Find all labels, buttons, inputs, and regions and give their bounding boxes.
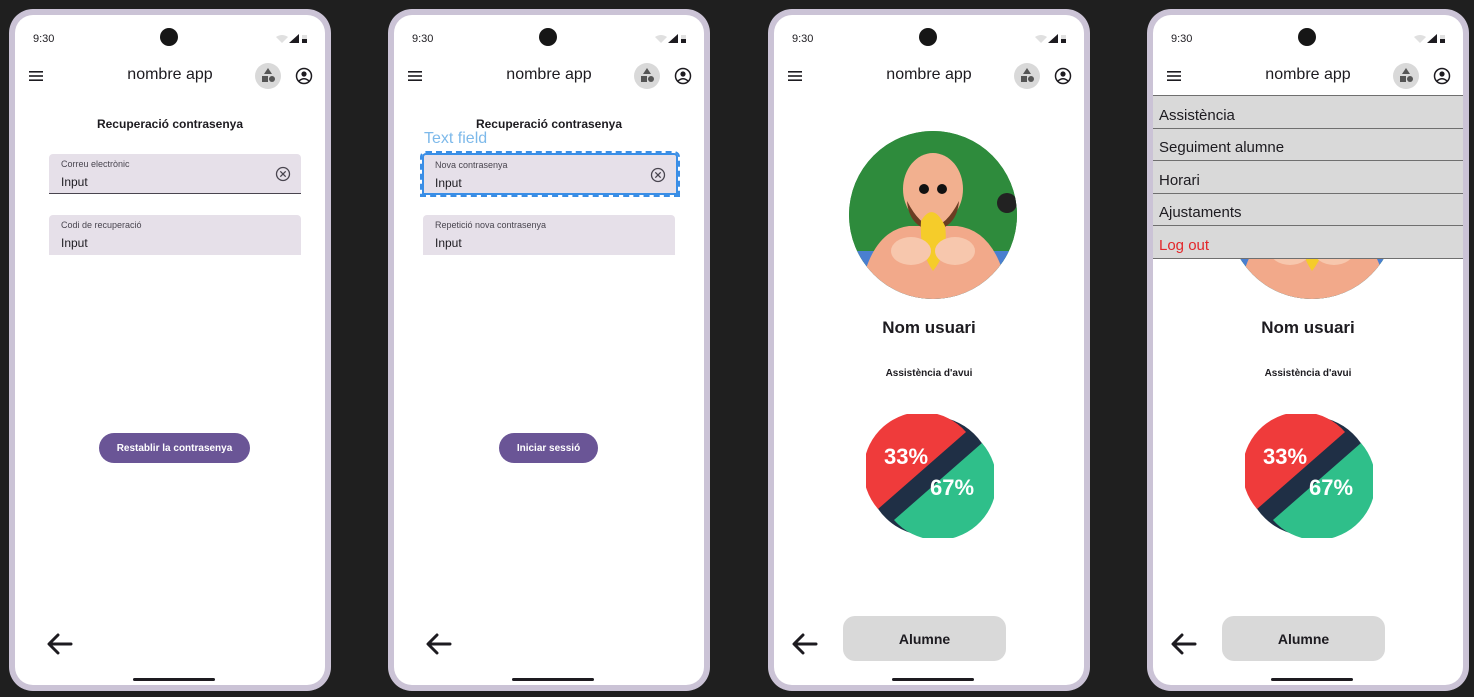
repeat-password-field[interactable]: Repetició nova contrasenya Input: [423, 215, 675, 255]
new-password-field[interactable]: Nova contrasenya Input: [420, 151, 680, 197]
phone-frame-password-reset: 9:30 nombre app Recuperació contrasenya …: [9, 9, 331, 691]
new-password-field-label: Nova contrasenya: [435, 160, 508, 170]
account-circle-icon[interactable]: [295, 67, 313, 85]
phone-frame-menu-open: 9:30 nombre app Assistència Seguiment al…: [1147, 9, 1469, 691]
email-field-label: Correu electrònic: [61, 159, 130, 169]
home-indicator: [1271, 678, 1353, 681]
account-circle-icon[interactable]: [1054, 67, 1072, 85]
menu-item-student-tracking[interactable]: Seguiment alumne: [1153, 128, 1463, 162]
attendance-label: Assistència d'avui: [1264, 368, 1352, 379]
menu-item-attendance[interactable]: Assistència: [1153, 96, 1463, 129]
top-app-bar: nombre app: [774, 57, 1084, 95]
home-indicator: [133, 678, 215, 681]
reset-password-button[interactable]: Restablir la contrasenya: [99, 433, 250, 463]
shapes-icon[interactable]: [1393, 63, 1419, 89]
status-bar: 9:30: [1153, 15, 1463, 57]
attendance-pie-chart: 33% 67%: [866, 414, 994, 538]
home-indicator: [512, 678, 594, 681]
screen: 9:30 nombre app Recuperació contrasenya …: [394, 15, 704, 685]
menu-item-schedule[interactable]: Horari: [1153, 161, 1463, 194]
shapes-icon[interactable]: [634, 63, 660, 89]
account-circle-icon[interactable]: [674, 67, 692, 85]
status-bar: 9:30: [774, 15, 1084, 57]
system-icons: [1034, 34, 1068, 44]
shapes-icon[interactable]: [255, 63, 281, 89]
back-arrow-icon[interactable]: [1169, 631, 1199, 657]
pie-label-absent: 33%: [884, 444, 928, 469]
attendance-label: Assistència d'avui: [885, 368, 973, 379]
repeat-password-field-label: Repetició nova contrasenya: [435, 220, 547, 230]
phone-frame-profile: 9:30 nombre app Nom usuari Assistència d…: [768, 9, 1090, 691]
new-password-input-value[interactable]: Input: [435, 176, 635, 190]
wifi-signal-battery-icon: [1414, 34, 1445, 43]
system-icons: [654, 34, 688, 44]
back-arrow-icon[interactable]: [424, 631, 454, 657]
system-icons: [275, 34, 309, 44]
pie-label-present: 67%: [930, 475, 974, 500]
status-bar: 9:30: [394, 15, 704, 57]
status-time: 9:30: [1171, 33, 1193, 45]
clear-icon[interactable]: [650, 167, 666, 183]
top-app-bar: nombre app: [1153, 57, 1463, 95]
page-title: Recuperació contrasenya: [96, 117, 244, 131]
email-input-value[interactable]: Input: [61, 175, 261, 189]
navigation-menu: Assistència Seguiment alumne Horari Ajus…: [1153, 95, 1463, 259]
phone-frame-new-password: 9:30 nombre app Recuperació contrasenya …: [388, 9, 710, 691]
screen: 9:30 nombre app Assistència Seguiment al…: [1153, 15, 1463, 685]
pie-label-present: 67%: [1309, 475, 1353, 500]
wifi-signal-battery-icon: [1035, 34, 1066, 43]
recovery-code-input-value[interactable]: Input: [61, 236, 261, 250]
screen: 9:30 nombre app Recuperació contrasenya …: [15, 15, 325, 685]
status-time: 9:30: [792, 33, 814, 45]
email-field[interactable]: Correu electrònic Input: [49, 154, 301, 194]
status-time: 9:30: [33, 33, 55, 45]
clear-icon[interactable]: [275, 166, 291, 182]
menu-item-logout[interactable]: Log out: [1153, 226, 1463, 259]
account-circle-icon[interactable]: [1433, 67, 1451, 85]
back-arrow-icon[interactable]: [45, 631, 75, 657]
home-indicator: [892, 678, 974, 681]
status-time: 9:30: [412, 33, 434, 45]
menu-item-settings[interactable]: Ajustaments: [1153, 193, 1463, 227]
recovery-code-field[interactable]: Codi de recuperació Input: [49, 215, 301, 255]
text-field-annotation: Text field: [424, 130, 488, 147]
shapes-icon[interactable]: [1014, 63, 1040, 89]
role-button[interactable]: Alumne: [1222, 616, 1385, 661]
attendance-pie-chart: 33% 67%: [1245, 414, 1373, 538]
back-arrow-icon[interactable]: [790, 631, 820, 657]
recovery-code-field-label: Codi de recuperació: [61, 220, 142, 230]
page-title: Recuperació contrasenya: [475, 117, 623, 131]
screen: 9:30 nombre app Nom usuari Assistència d…: [774, 15, 1084, 685]
pie-label-absent: 33%: [1263, 444, 1307, 469]
camera-cutout: [1298, 28, 1316, 46]
wifi-signal-battery-icon: [276, 34, 307, 43]
status-bar: 9:30: [15, 15, 325, 57]
wifi-signal-battery-icon: [655, 34, 686, 43]
user-name: Nom usuari: [882, 318, 976, 337]
repeat-password-input-value[interactable]: Input: [435, 236, 635, 250]
camera-cutout: [919, 28, 937, 46]
user-name: Nom usuari: [1261, 318, 1355, 337]
system-icons: [1413, 34, 1447, 44]
camera-cutout: [539, 28, 557, 46]
login-button[interactable]: Iniciar sessió: [499, 433, 598, 463]
avatar: [849, 131, 1017, 299]
camera-cutout: [160, 28, 178, 46]
top-app-bar: nombre app: [394, 57, 704, 95]
role-button[interactable]: Alumne: [843, 616, 1006, 661]
top-app-bar: nombre app: [15, 57, 325, 95]
